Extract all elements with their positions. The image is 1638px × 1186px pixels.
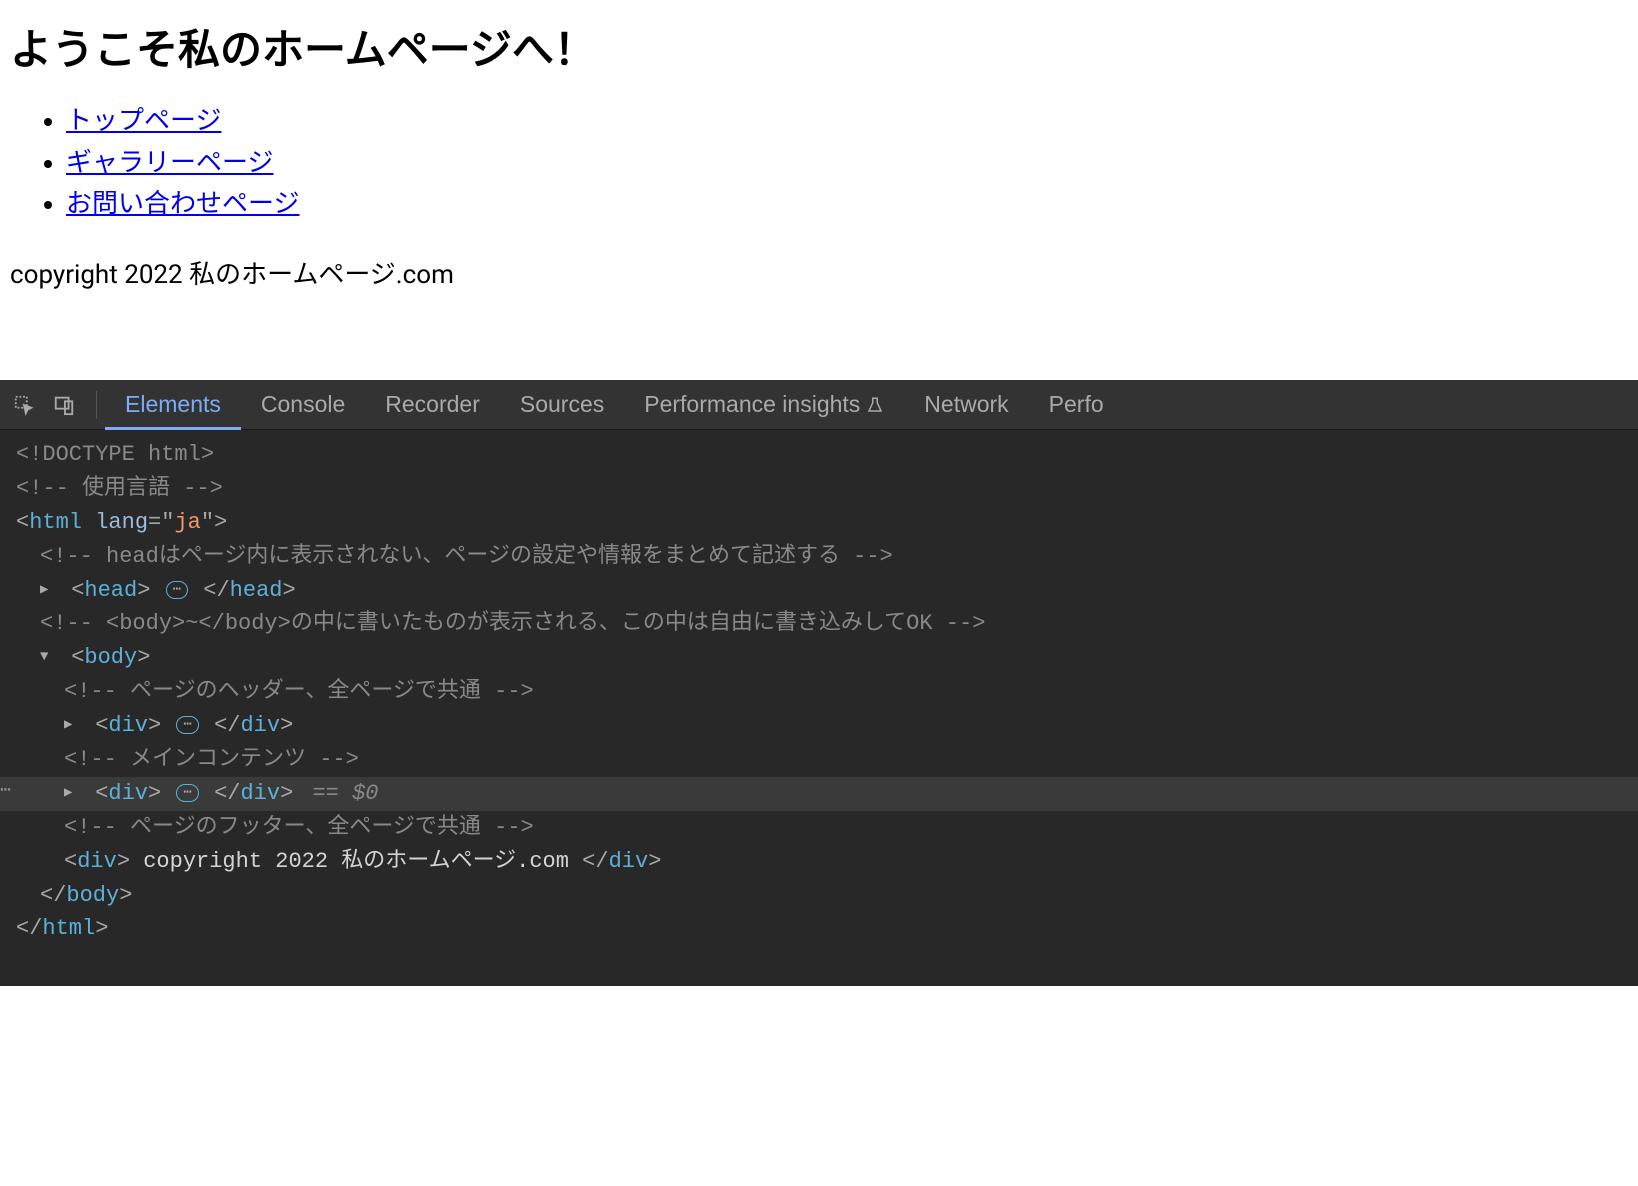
tab-elements[interactable]: Elements bbox=[105, 380, 241, 430]
nav-list: トップページ ギャラリーページ お問い合わせページ bbox=[66, 101, 1628, 226]
selected-marker: == $0 bbox=[312, 781, 378, 806]
flask-icon bbox=[866, 396, 884, 414]
list-item: ギャラリーページ bbox=[66, 143, 1628, 185]
dom-line-div-footer[interactable]: <div> copyright 2022 私のホームページ.com </div> bbox=[0, 845, 1638, 879]
tab-sources[interactable]: Sources bbox=[500, 380, 624, 430]
disclosure-triangle-open-icon[interactable]: ▼ bbox=[40, 647, 56, 667]
disclosure-triangle-icon[interactable]: ▶ bbox=[64, 715, 80, 735]
dom-line-comment[interactable]: <!-- headはページ内に表示されない、ページの設定や情報をまとめて記述する… bbox=[0, 540, 1638, 574]
selection-dots-icon: ⋯ bbox=[0, 778, 13, 804]
comment-text: <!-- headはページ内に表示されない、ページの設定や情報をまとめて記述する… bbox=[40, 544, 893, 569]
tab-console[interactable]: Console bbox=[241, 380, 365, 430]
devtools-tabbar: Elements Console Recorder Sources Perfor… bbox=[0, 380, 1638, 430]
dom-line-doctype[interactable]: <!DOCTYPE html> bbox=[0, 438, 1638, 472]
tab-performance-insights[interactable]: Performance insights bbox=[624, 380, 904, 430]
inspect-element-icon[interactable] bbox=[8, 389, 40, 421]
devtools-panel: Elements Console Recorder Sources Perfor… bbox=[0, 380, 1638, 986]
device-toolbar-icon[interactable] bbox=[48, 389, 80, 421]
comment-text: <!-- メインコンテンツ --> bbox=[64, 747, 359, 772]
dom-line-comment[interactable]: <!-- 使用言語 --> bbox=[0, 472, 1638, 506]
dom-line-div-selected[interactable]: ⋯ ▶ <div> ⋯ </div> == $0 bbox=[0, 777, 1638, 811]
text-node: copyright 2022 私のホームページ.com bbox=[130, 849, 582, 874]
dom-line-html-open[interactable]: <html lang="ja"> bbox=[0, 506, 1638, 540]
disclosure-triangle-icon[interactable]: ▶ bbox=[64, 783, 80, 803]
nav-link-contact[interactable]: お問い合わせページ bbox=[66, 189, 299, 219]
dom-tree[interactable]: <!DOCTYPE html> <!-- 使用言語 --> <html lang… bbox=[0, 430, 1638, 986]
dom-line-div[interactable]: ▶ <div> ⋯ </div> bbox=[0, 709, 1638, 743]
dom-line-comment[interactable]: <!-- ページのヘッダー、全ページで共通 --> bbox=[0, 675, 1638, 709]
page-heading: ようこそ私のホームページへ！ bbox=[10, 16, 1628, 77]
nav-link-gallery[interactable]: ギャラリーページ bbox=[66, 148, 273, 178]
ellipsis-badge[interactable]: ⋯ bbox=[176, 784, 198, 802]
doctype-text: <!DOCTYPE html> bbox=[16, 442, 214, 467]
nav-link-top[interactable]: トップページ bbox=[66, 106, 221, 136]
dom-line-comment[interactable]: <!-- メインコンテンツ --> bbox=[0, 743, 1638, 777]
comment-text: <!-- 使用言語 --> bbox=[16, 476, 223, 501]
tab-performance[interactable]: Perfo bbox=[1029, 380, 1124, 430]
dom-line-body-close[interactable]: </body> bbox=[0, 879, 1638, 913]
ellipsis-badge[interactable]: ⋯ bbox=[176, 716, 198, 734]
disclosure-triangle-icon[interactable]: ▶ bbox=[40, 580, 56, 600]
tab-network[interactable]: Network bbox=[904, 380, 1028, 430]
ellipsis-badge[interactable]: ⋯ bbox=[166, 581, 188, 599]
list-item: お問い合わせページ bbox=[66, 184, 1628, 226]
tab-divider bbox=[96, 391, 97, 419]
dom-line-body-open[interactable]: ▼ <body> bbox=[0, 641, 1638, 675]
tab-label: Performance insights bbox=[644, 391, 860, 418]
comment-text: <!-- ページのフッター、全ページで共通 --> bbox=[64, 815, 534, 840]
dom-line-comment[interactable]: <!-- ページのフッター、全ページで共通 --> bbox=[0, 811, 1638, 845]
dom-line-head[interactable]: ▶ <head> ⋯ </head> bbox=[0, 574, 1638, 608]
comment-text: <!-- ページのヘッダー、全ページで共通 --> bbox=[64, 679, 534, 704]
list-item: トップページ bbox=[66, 101, 1628, 143]
tab-recorder[interactable]: Recorder bbox=[365, 380, 500, 430]
dom-line-html-close[interactable]: </html> bbox=[0, 912, 1638, 946]
comment-text: <!-- <body>~</body>の中に書いたものが表示される、この中は自由… bbox=[40, 611, 985, 636]
dom-line-comment[interactable]: <!-- <body>~</body>の中に書いたものが表示される、この中は自由… bbox=[0, 607, 1638, 641]
page-viewport: ようこそ私のホームページへ！ トップページ ギャラリーページ お問い合わせページ… bbox=[0, 0, 1638, 380]
copyright-text: copyright 2022 私のホームページ.com bbox=[10, 254, 1628, 291]
